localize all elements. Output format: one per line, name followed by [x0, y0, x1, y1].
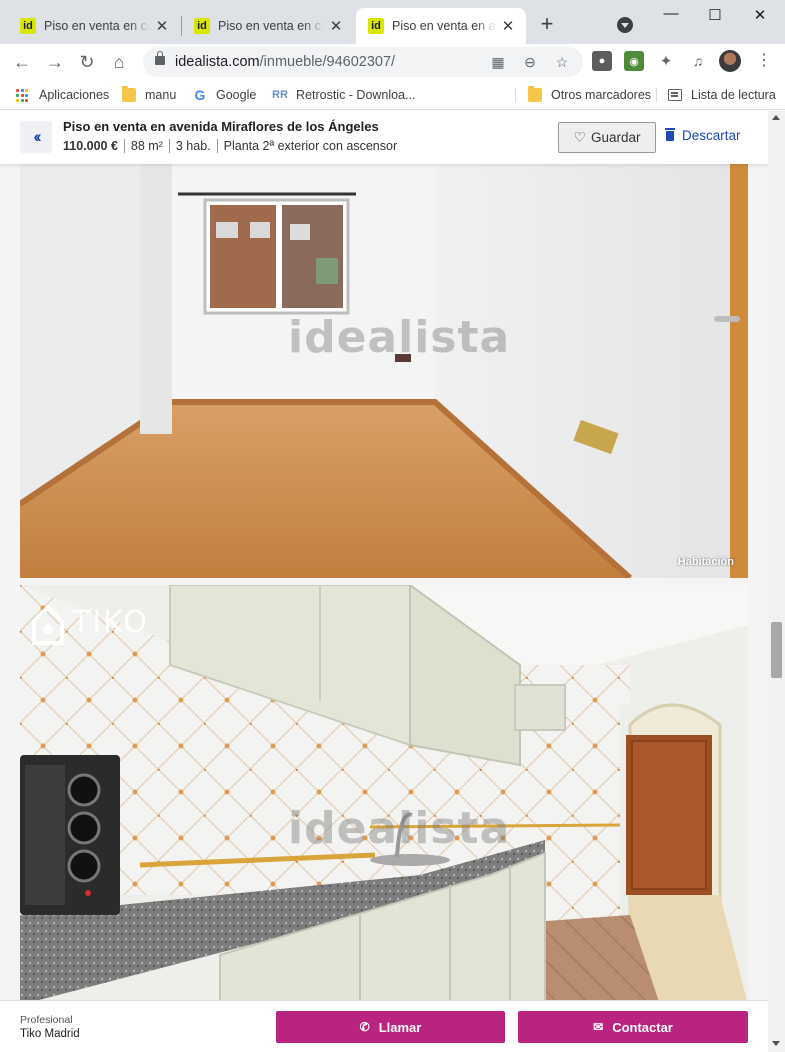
bookmark-manu[interactable]: manu	[122, 86, 176, 104]
browser-tab-1[interactable]: id Piso en venta en calle ✕	[8, 8, 180, 44]
phone-icon: ✆	[359, 1020, 370, 1034]
advertiser-type: Profesional	[20, 1014, 73, 1026]
minimize-icon[interactable]: —	[661, 4, 681, 24]
listing-sticky-header: ‹‹ Piso en venta en avenida Miraflores d…	[0, 111, 768, 164]
maximize-icon[interactable]: ☐	[705, 6, 725, 26]
reload-icon[interactable]: ↻	[75, 50, 99, 74]
contact-label: Contactar	[612, 1019, 673, 1035]
extension-2-icon[interactable]: ◉	[624, 51, 644, 71]
idealista-favicon-icon: id	[20, 18, 36, 34]
idealista-watermark: idealista	[288, 803, 511, 854]
contact-button[interactable]: ✉ Contactar	[518, 1011, 748, 1043]
save-label: Guardar	[591, 130, 641, 145]
extension-1-icon[interactable]: ●	[592, 51, 612, 71]
call-button[interactable]: ✆ Llamar	[276, 1011, 505, 1043]
double-chevron-left-icon: ‹‹	[33, 127, 42, 146]
browser-menu-icon[interactable]: ⋮	[756, 51, 772, 71]
listing-size: 88 m²	[123, 139, 169, 153]
media-control-icon[interactable]: ♫	[688, 51, 708, 71]
bookmark-divider	[515, 88, 516, 102]
page-scrollbar[interactable]	[768, 111, 785, 1052]
google-icon: G	[194, 87, 206, 103]
listing-photo-bedroom[interactable]: idealista Habitación	[20, 164, 748, 578]
tab-title: Piso en venta en calle	[44, 19, 150, 33]
listing-rooms: 3 hab.	[168, 139, 217, 153]
listing-floor: Planta 2ª exterior con ascensor	[216, 139, 403, 153]
kitchen-image	[20, 585, 748, 1005]
close-window-icon[interactable]: ✕	[750, 6, 770, 26]
listing-photo-kitchen[interactable]: TIKO idealista	[20, 585, 748, 1005]
forward-arrow-icon[interactable]: →	[43, 50, 67, 74]
retrostic-icon: RR	[272, 89, 288, 101]
home-icon[interactable]: ⌂	[107, 50, 131, 74]
tab-search-icon[interactable]	[617, 17, 633, 33]
new-tab-button[interactable]: +	[536, 13, 558, 36]
reading-list-icon	[668, 89, 682, 101]
contact-bar: Profesional Tiko Madrid ✆ Llamar ✉ Conta…	[0, 1000, 768, 1052]
listing-meta: 110.000 € 88 m² 3 hab. Planta 2ª exterio…	[63, 139, 403, 153]
browser-tab-2[interactable]: id Piso en venta en calle ✕	[182, 8, 354, 44]
page-content: ‹‹ Piso en venta en avenida Miraflores d…	[0, 111, 768, 1052]
listing-title: Piso en venta en avenida Miraflores de l…	[63, 119, 379, 134]
zoom-icon[interactable]: ⊖	[520, 52, 540, 72]
close-tab-icon[interactable]: ✕	[500, 18, 516, 35]
apps-grid-icon	[16, 88, 30, 102]
extensions-puzzle-icon[interactable]: ✦	[656, 51, 676, 71]
address-bar[interactable]: idealista.com/inmueble/94602307/ ▦ ⊖ ☆	[143, 47, 583, 77]
heart-icon: ♡	[573, 129, 587, 145]
photo-caption: Habitación	[677, 556, 734, 568]
advertiser-name[interactable]: Tiko Madrid	[20, 1028, 80, 1040]
folder-icon	[528, 86, 542, 102]
bookmark-divider	[656, 88, 657, 102]
scroll-up-arrow-icon[interactable]	[772, 115, 780, 120]
close-tab-icon[interactable]: ✕	[154, 18, 170, 35]
chat-icon: ✉	[593, 1020, 604, 1034]
call-label: Llamar	[378, 1019, 422, 1035]
listing-price: 110.000 €	[63, 139, 118, 153]
back-arrow-icon[interactable]: ←	[10, 50, 34, 74]
bedroom-image	[20, 164, 748, 578]
qr-code-icon[interactable]: ▦	[488, 52, 508, 72]
bookmark-apps[interactable]: Aplicaciones	[16, 86, 109, 104]
back-to-list-button[interactable]: ‹‹	[20, 121, 52, 153]
bookmark-label: manu	[145, 88, 177, 102]
bookmark-star-icon[interactable]: ☆	[552, 52, 572, 72]
bookmark-google[interactable]: G Google	[193, 86, 257, 104]
other-bookmarks-label: Otros marcadores	[551, 88, 652, 102]
browser-toolbar: ← → ↻ ⌂ idealista.com/inmueble/94602307/…	[0, 44, 785, 80]
tab-title: Piso en venta en avenida	[392, 19, 496, 33]
profile-avatar[interactable]	[719, 50, 741, 72]
folder-icon	[122, 86, 136, 102]
bookmark-label: Aplicaciones	[39, 88, 110, 102]
tiko-logo: TIKO	[72, 605, 149, 640]
url-text: idealista.com/inmueble/94602307/	[175, 54, 396, 70]
bookmarks-bar: Aplicaciones manu G Google RR Retrostic …	[0, 80, 785, 110]
bookmark-label: Retrostic - Downloa...	[296, 88, 416, 102]
scroll-thumb[interactable]	[771, 622, 782, 678]
discard-label: Descartar	[682, 128, 741, 143]
idealista-watermark: idealista	[288, 312, 511, 363]
bookmark-retrostic[interactable]: RR Retrostic - Downloa...	[272, 86, 415, 104]
close-tab-icon[interactable]: ✕	[328, 18, 344, 35]
scroll-down-arrow-icon[interactable]	[772, 1041, 780, 1046]
bookmark-label: Google	[216, 88, 257, 102]
idealista-favicon-icon: id	[194, 18, 210, 34]
reading-list[interactable]: Lista de lectura	[668, 86, 776, 104]
other-bookmarks[interactable]: Otros marcadores	[528, 86, 651, 104]
reading-list-label: Lista de lectura	[691, 88, 776, 102]
tab-title: Piso en venta en calle	[218, 19, 324, 33]
idealista-favicon-icon: id	[368, 18, 384, 34]
lock-icon[interactable]	[155, 51, 165, 65]
discard-button[interactable]: Descartar	[665, 127, 741, 143]
trash-icon	[665, 127, 675, 141]
browser-tab-3-active[interactable]: id Piso en venta en avenida ✕	[356, 8, 526, 44]
save-button[interactable]: ♡ Guardar	[558, 122, 656, 153]
tab-strip: id Piso en venta en calle ✕ id Piso en v…	[0, 0, 785, 44]
